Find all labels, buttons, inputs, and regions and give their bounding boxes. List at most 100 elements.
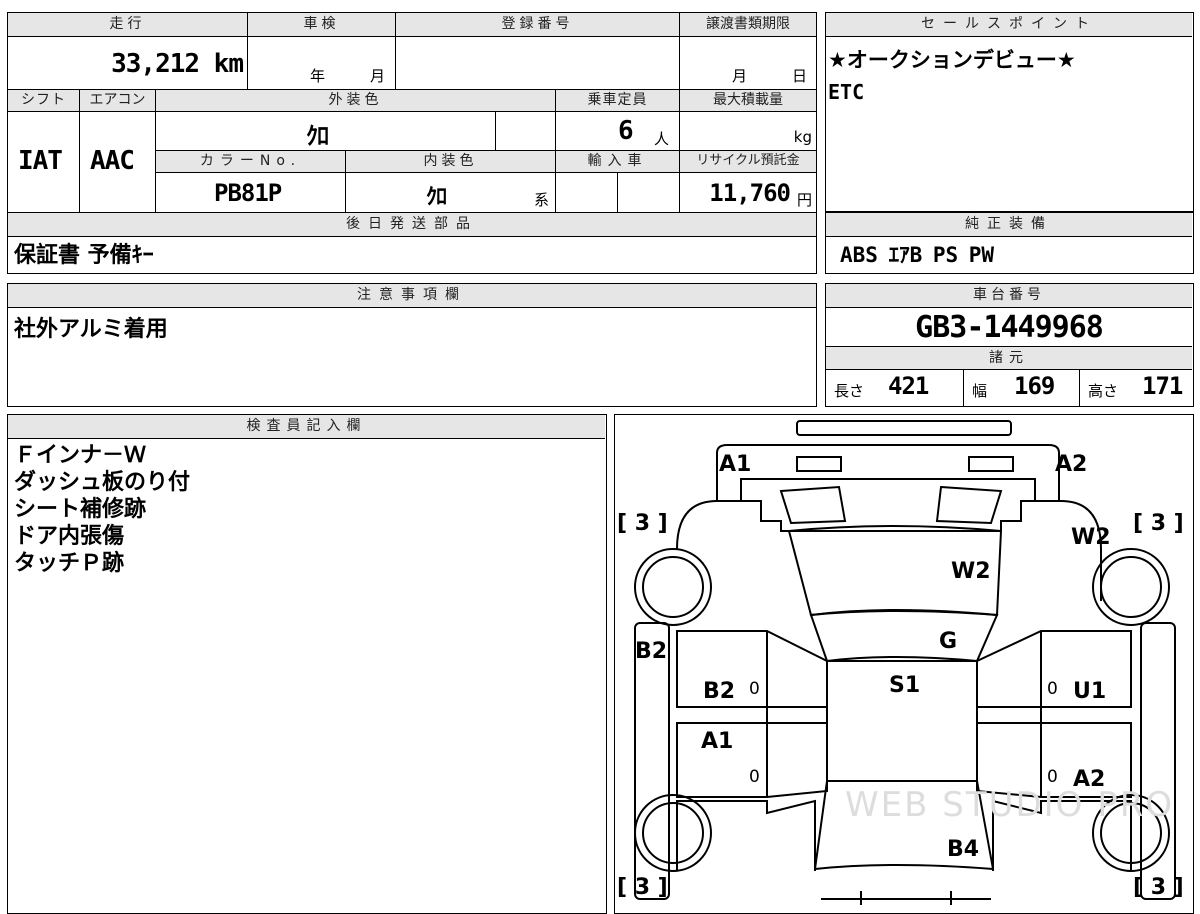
- inspection-cell: 年 月: [248, 37, 396, 89]
- length-label: 長さ: [834, 382, 865, 400]
- label-left-front-door: B2: [703, 679, 736, 704]
- standard-equipment-header: 純正装備: [826, 213, 1192, 237]
- inspection-header: 車検: [248, 13, 396, 37]
- sales-points-box: セールスポイント ★オークションデビュー★ ETC: [825, 12, 1194, 212]
- height-value: 171: [1142, 372, 1183, 400]
- tire-top-left: [ 3 ]: [617, 511, 668, 536]
- label-front-right: A2: [1055, 452, 1088, 477]
- length-cell: 長さ 421: [826, 370, 964, 406]
- color-no-value: PB81P: [214, 179, 282, 207]
- exterior-color-extra-cell: [496, 112, 556, 150]
- zero-left-rear: 0: [749, 767, 760, 787]
- inspector-header: 検査員記入欄: [8, 415, 605, 439]
- import-cell-left: [556, 173, 618, 212]
- inspection-year-unit: 年: [310, 67, 326, 85]
- registration-header: 登録番号: [396, 13, 680, 37]
- inspector-line-5: タッチＰ跡: [14, 551, 125, 576]
- label-right-fender: W2: [1071, 525, 1111, 550]
- label-hood: G: [939, 629, 958, 654]
- tire-bottom-left: [ 3 ]: [617, 875, 668, 900]
- width-cell: 幅 169: [964, 370, 1080, 406]
- mileage-header: 走行: [8, 13, 248, 37]
- shift-cell: IAT: [8, 112, 80, 212]
- color-no-cell: PB81P: [156, 173, 346, 212]
- label-right-rear-door: A2: [1073, 767, 1106, 792]
- chassis-header: 車台番号: [826, 284, 1192, 308]
- later-parts-value: 保証書 予備ｷｰ: [14, 243, 154, 268]
- label-right-front-door: U1: [1073, 679, 1107, 704]
- exterior-color-cell: ｸﾛ: [156, 112, 496, 150]
- tire-bottom-right: [ 3 ]: [1133, 875, 1184, 900]
- import-cell-right: [618, 173, 680, 212]
- length-value: 421: [888, 372, 929, 400]
- inspector-box: 検査員記入欄 Ｆインナ－Ｗ ダッシュ板のり付 シート補修跡 ドア内張傷 タッチＰ…: [7, 414, 607, 914]
- exterior-color-header: 外装色: [156, 90, 556, 112]
- watermark: WEB STUDIO PRO: [845, 785, 1175, 825]
- label-front-left: A1: [719, 452, 752, 477]
- max-load-header: 最大積載量: [680, 90, 816, 112]
- capacity-unit: 人: [654, 130, 670, 148]
- inspector-line-3: シート補修跡: [14, 497, 147, 522]
- shift-value: IAT: [18, 146, 63, 176]
- exterior-color-value: ｸﾛ: [306, 122, 329, 150]
- inspector-line-2: ダッシュ板のり付: [14, 470, 191, 495]
- notes-value: 社外アルミ着用: [14, 317, 168, 342]
- interior-color-value: ｸﾛ: [426, 185, 447, 210]
- recycle-header: リサイクル預託金: [680, 151, 816, 173]
- inspector-line-4: ドア内張傷: [14, 524, 125, 549]
- height-cell: 高さ 171: [1080, 370, 1192, 406]
- registration-cell: [396, 37, 680, 89]
- interior-color-suffix: 系: [534, 191, 550, 209]
- standard-equipment-box: 純正装備 ABS ｴｱB PS PW: [825, 212, 1194, 274]
- notes-header: 注意事項欄: [8, 284, 816, 308]
- capacity-value: 6: [618, 116, 634, 146]
- capacity-header: 乗車定員: [556, 90, 680, 112]
- width-value: 169: [1014, 372, 1055, 400]
- zero-right-front: 0: [1047, 679, 1058, 699]
- chassis-number: GB3-1449968: [915, 310, 1104, 345]
- notes-box: 注意事項欄 社外アルミ着用: [7, 283, 817, 407]
- recycle-cell: 11,760 円: [680, 173, 816, 212]
- mileage-value: 33,212 km: [111, 49, 244, 79]
- recycle-unit: 円: [796, 191, 812, 209]
- label-windshield: W2: [951, 559, 991, 584]
- aircon-cell: AAC: [80, 112, 156, 212]
- zero-left-front: 0: [749, 679, 760, 699]
- aircon-value: AAC: [90, 146, 135, 176]
- transfer-deadline-header: 譲渡書類期限: [680, 13, 816, 37]
- label-rear: B4: [947, 837, 980, 862]
- sales-points-line2: ETC: [828, 80, 865, 104]
- label-left-pillar: B2: [635, 639, 668, 664]
- car-diagram: [634, 420, 1176, 905]
- aircon-header: エアコン: [80, 90, 156, 112]
- chassis-box: 車台番号 GB3-1449968 諸元 長さ 421 幅 169 高さ 171: [825, 283, 1194, 407]
- later-parts-header: 後日発送部品: [8, 213, 816, 237]
- interior-color-cell: ｸﾛ 系: [346, 173, 556, 212]
- mileage-cell: 33,212 km: [8, 37, 248, 89]
- inspection-month-unit: 月: [370, 67, 386, 85]
- sales-points-header: セールスポイント: [826, 13, 1192, 37]
- car-diagram-box: WEB STUDIO PRO A1 A2 W2 W2 G S1 B2 B2 A1…: [614, 414, 1194, 914]
- sales-points-line1: ★オークションデビュー★: [828, 48, 1076, 72]
- max-load-cell: kg: [680, 112, 816, 150]
- label-left-rear-door: A1: [701, 729, 734, 754]
- interior-color-header: 内装色: [346, 151, 556, 173]
- label-roof: S1: [889, 673, 921, 698]
- color-no-header: カラーNo.: [156, 151, 346, 173]
- deadline-day-unit: 日: [792, 67, 808, 85]
- tire-top-right: [ 3 ]: [1133, 511, 1184, 536]
- shift-header: シフト: [8, 90, 80, 112]
- zero-right-rear: 0: [1047, 767, 1058, 787]
- spec-header: 諸元: [826, 346, 1192, 370]
- capacity-cell: 6 人: [556, 112, 680, 150]
- recycle-value: 11,760: [709, 179, 791, 207]
- deadline-cell: 月 日: [680, 37, 816, 89]
- max-load-unit: kg: [793, 128, 812, 146]
- vehicle-info-table: 走行 車検 登録番号 譲渡書類期限 33,212 km 年 月 月 日 シフト …: [7, 12, 817, 274]
- inspector-line-1: Ｆインナ－Ｗ: [14, 443, 147, 468]
- height-label: 高さ: [1088, 382, 1119, 400]
- deadline-month-unit: 月: [732, 67, 748, 85]
- standard-equipment-value: ABS ｴｱB PS PW: [840, 243, 995, 267]
- import-header: 輸入車: [556, 151, 680, 173]
- width-label: 幅: [972, 382, 988, 400]
